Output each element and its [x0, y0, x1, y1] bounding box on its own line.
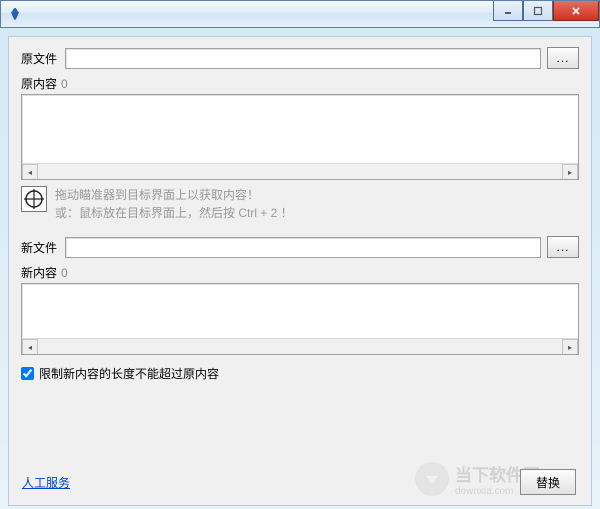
maximize-button[interactable] [523, 1, 553, 21]
manual-service-link[interactable]: 人工服务 [22, 476, 70, 490]
target-content-textarea[interactable]: ◂ ▸ [21, 283, 579, 355]
replace-button[interactable]: 替换 [520, 469, 576, 495]
scroll-right-icon[interactable]: ▸ [562, 339, 578, 355]
source-content-textarea[interactable]: ◂ ▸ [21, 94, 579, 180]
target-file-label: 新文件 [21, 239, 65, 256]
minimize-button[interactable] [493, 1, 523, 21]
limit-length-checkbox[interactable] [21, 367, 34, 380]
crosshair-icon[interactable] [21, 186, 47, 212]
target-content-label: 新内容0 [21, 264, 579, 281]
scroll-left-icon[interactable]: ◂ [22, 339, 38, 355]
close-button[interactable] [553, 1, 599, 21]
source-content-label: 原内容0 [21, 75, 579, 92]
source-browse-button[interactable]: ... [547, 47, 579, 69]
source-file-label: 原文件 [21, 50, 65, 67]
source-file-input[interactable] [65, 48, 541, 69]
target-file-input[interactable] [65, 237, 541, 258]
target-browse-button[interactable]: ... [547, 236, 579, 258]
window-controls [493, 1, 599, 21]
scroll-left-icon[interactable]: ◂ [22, 164, 38, 180]
horizontal-scrollbar[interactable]: ◂ ▸ [22, 163, 578, 179]
main-panel: 原文件 ... 原内容0 ◂ ▸ 拖动瞄准器到目标界面上以获取内容！ 或：鼠标放… [8, 36, 592, 506]
limit-length-label: 限制新内容的长度不能超过原内容 [39, 365, 219, 382]
horizontal-scrollbar[interactable]: ◂ ▸ [22, 338, 578, 354]
title-bar [0, 0, 600, 28]
app-icon [7, 6, 23, 22]
hint-text: 拖动瞄准器到目标界面上以获取内容！ 或：鼠标放在目标界面上，然后按 Ctrl +… [55, 186, 293, 222]
scroll-right-icon[interactable]: ▸ [562, 164, 578, 180]
